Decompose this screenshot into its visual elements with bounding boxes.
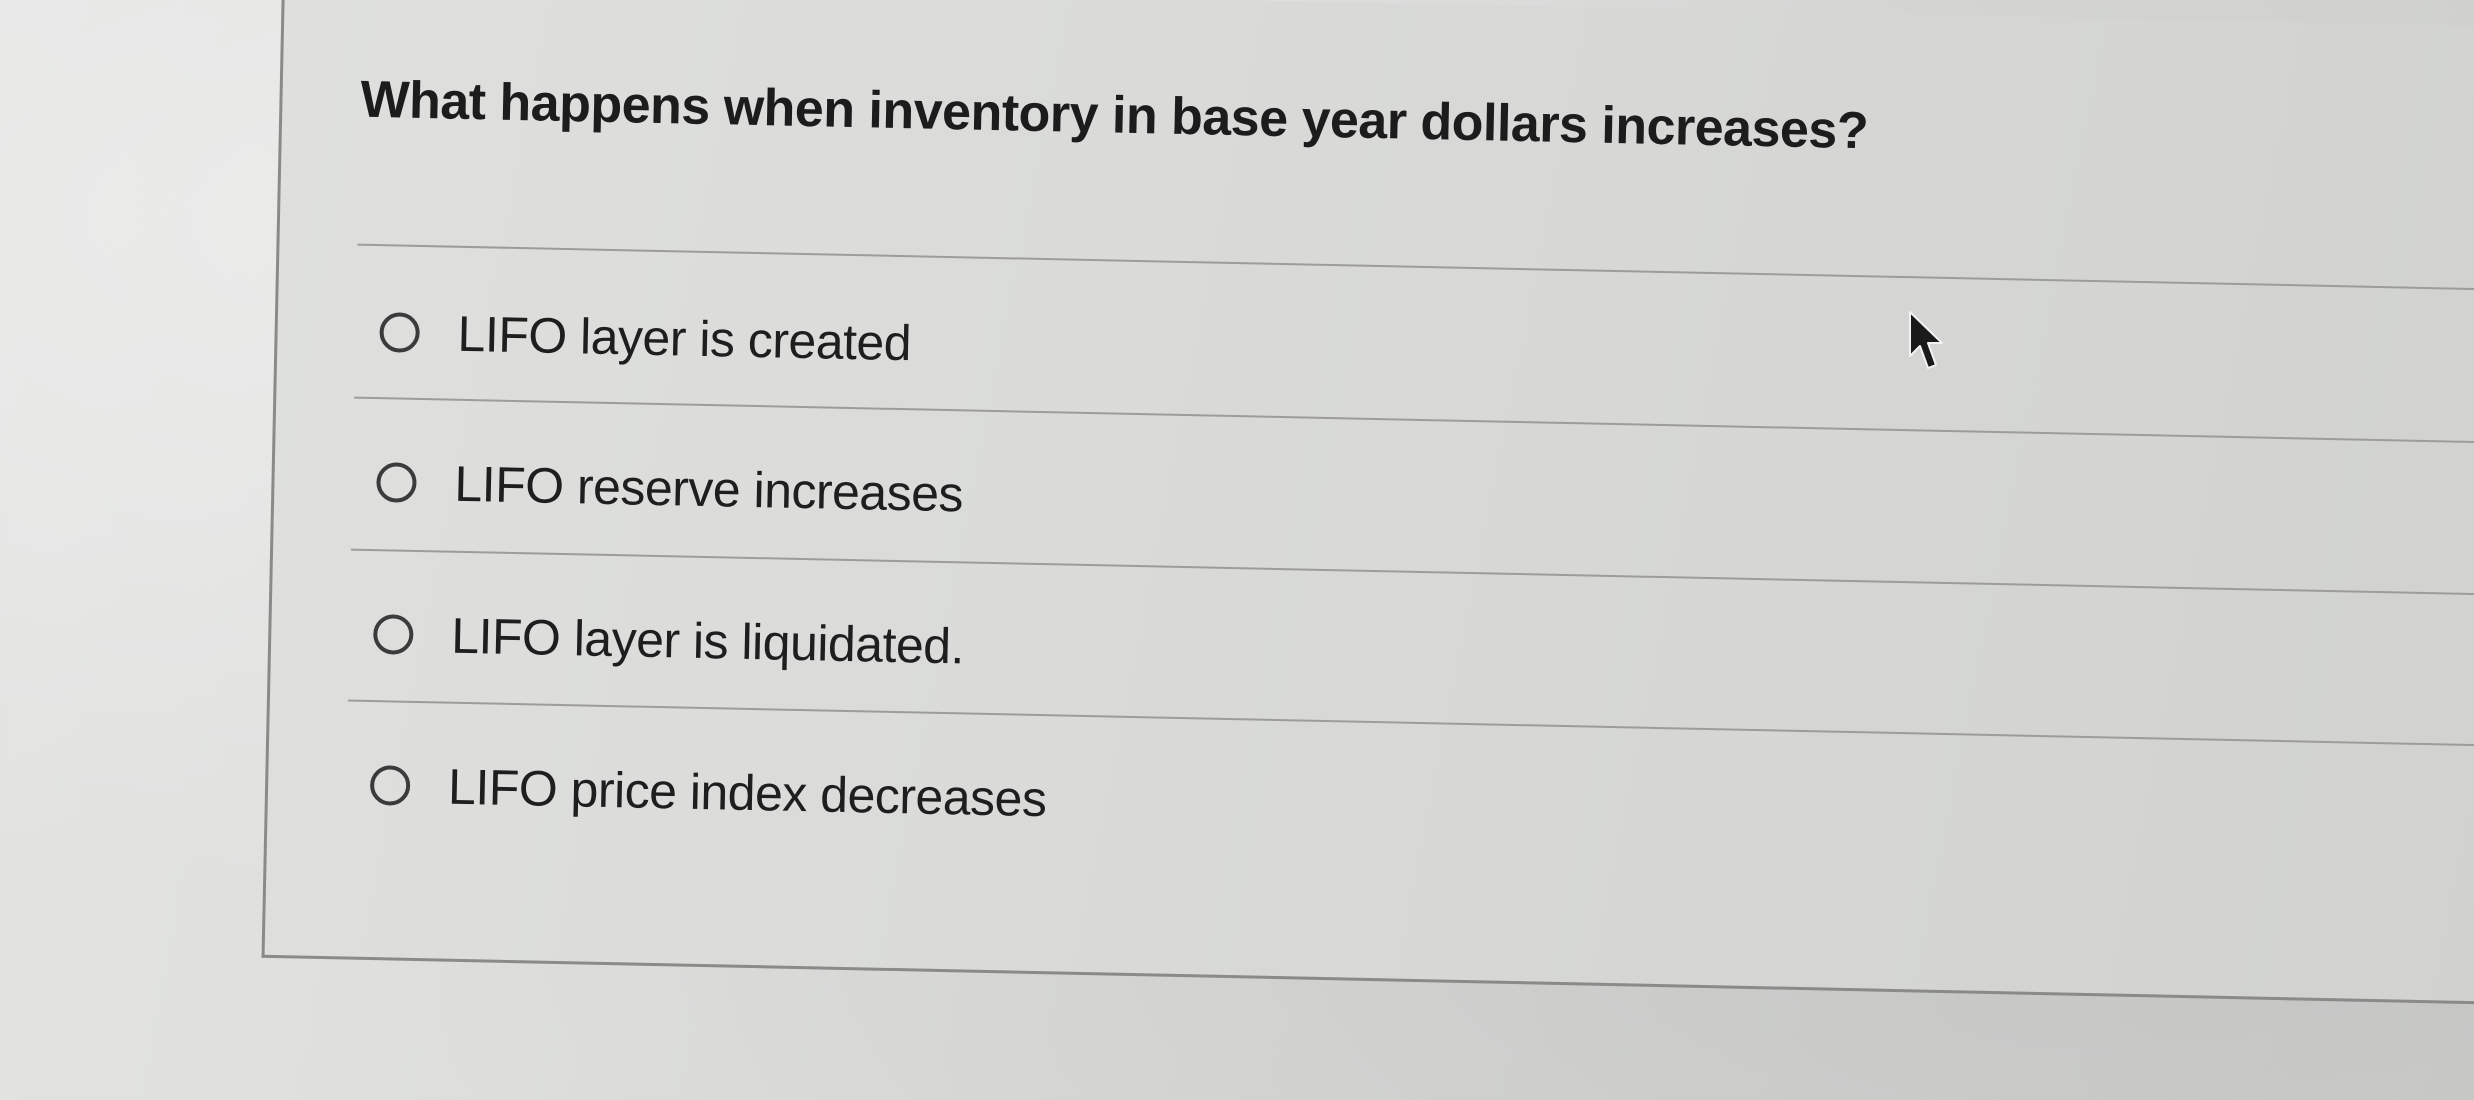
answer-option-1[interactable]: LIFO layer is created — [354, 272, 2405, 435]
answer-option-label: LIFO layer is liquidated. — [450, 607, 965, 675]
radio-button-icon[interactable] — [372, 614, 414, 655]
radio-button-icon[interactable] — [379, 312, 421, 353]
answer-option-2[interactable]: LIFO reserve increases — [351, 422, 2402, 585]
answer-option-label: LIFO reserve increases — [453, 455, 964, 523]
answer-option-4[interactable]: LIFO price index decreases — [345, 725, 2396, 888]
answer-option-label: LIFO price index decreases — [447, 758, 1048, 828]
radio-button-icon[interactable] — [369, 765, 411, 806]
question-card: What happens when inventory in base year… — [261, 0, 2474, 1005]
question-text: What happens when inventory in base year… — [359, 70, 1869, 161]
answer-option-3[interactable]: LIFO layer is liquidated. — [348, 574, 2399, 737]
radio-button-icon[interactable] — [376, 462, 417, 503]
mouse-pointer-icon — [1909, 311, 1943, 369]
answer-option-label: LIFO layer is created — [457, 305, 912, 372]
